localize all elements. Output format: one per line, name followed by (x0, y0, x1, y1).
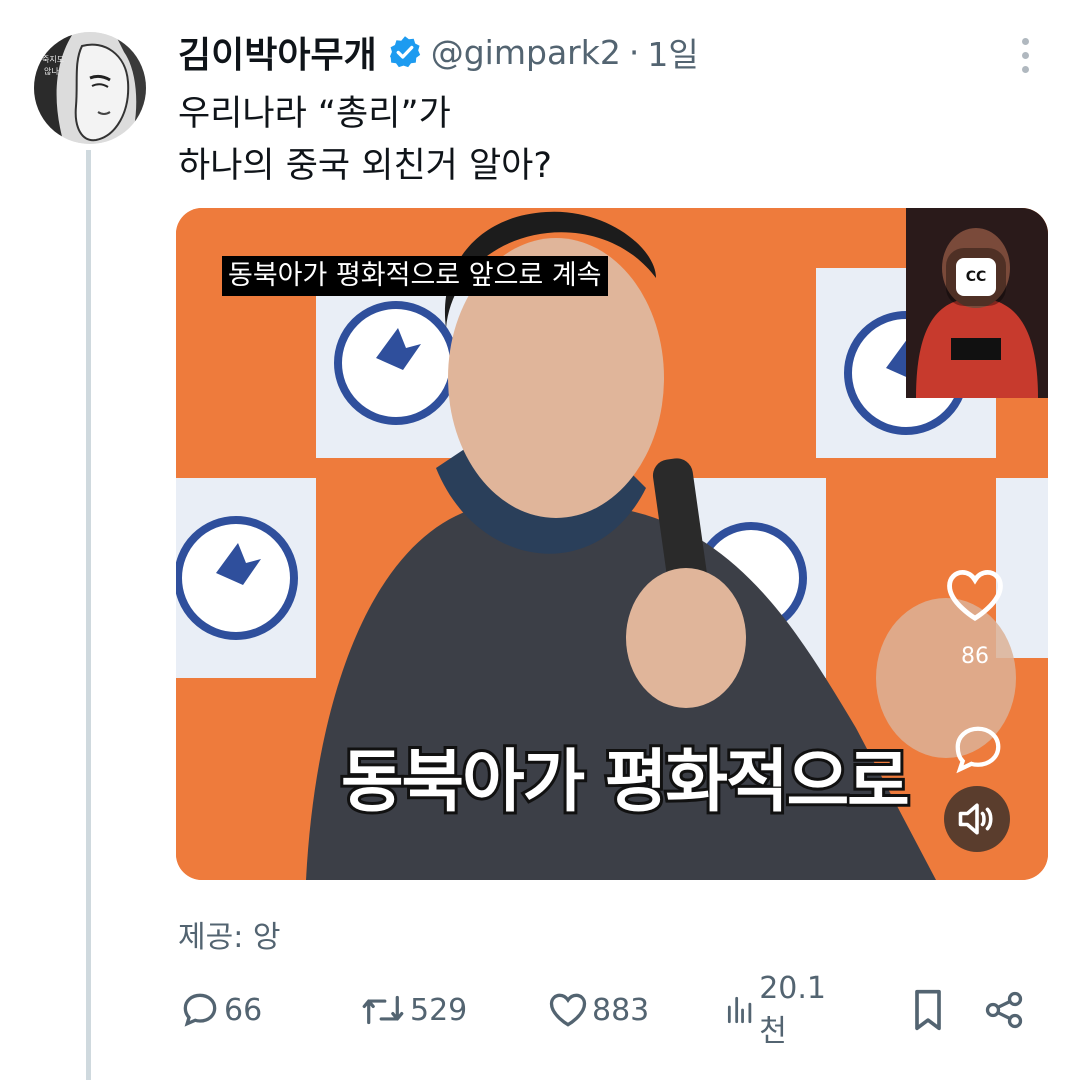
verified-badge-icon (389, 36, 420, 68)
reply-count: 66 (224, 992, 263, 1028)
video-like-count: 86 (961, 644, 989, 669)
like-count: 883 (592, 992, 650, 1028)
tweet-header: 김이박아무개 @gimpark2 · 1일 (178, 26, 699, 78)
timestamp[interactable]: 1일 (647, 28, 698, 76)
heart-icon[interactable] (944, 566, 1006, 622)
view-count: 20.1천 (759, 970, 827, 1049)
retweet-count: 529 (410, 992, 468, 1028)
comment-icon[interactable] (951, 722, 1005, 776)
tweet-line-2: 하나의 중국 외친거 알아? (178, 146, 552, 186)
bookmark-icon (915, 989, 941, 1031)
volume-button[interactable] (944, 786, 1010, 852)
views-button[interactable]: 20.1천 (722, 971, 835, 1049)
speaker-icon (958, 803, 993, 835)
bookmark-button[interactable] (906, 982, 952, 1038)
reply-button[interactable]: 66 (178, 982, 262, 1038)
retweet-icon (362, 995, 404, 1025)
burned-in-caption: 동북아가 평화적으로 (338, 740, 913, 825)
handle[interactable]: @gimpark2 (431, 33, 621, 72)
display-name[interactable]: 김이박아무개 (178, 26, 377, 78)
views-bar-chart-icon (727, 996, 752, 1024)
share-button[interactable] (982, 982, 1028, 1038)
svg-text:않나: 않나 (44, 67, 59, 76)
share-icon (985, 991, 1023, 1029)
illustrated-woman-avatar: 죽지도 않나 (34, 32, 146, 144)
like-button[interactable]: 883 (546, 982, 649, 1038)
cc-button[interactable]: CC (956, 258, 996, 296)
overlay-caption: 동북아가 평화적으로 앞으로 계속 (222, 256, 608, 296)
reply-icon (183, 993, 217, 1027)
tweet-line-1: 우리나라 “총리”가 (178, 94, 451, 134)
thread-line (86, 150, 91, 1080)
tweet-text: 우리나라 “총리”가 하나의 중국 외친거 알아? (178, 88, 552, 192)
retweet-button[interactable]: 529 (358, 982, 467, 1038)
video-player[interactable]: 동북아가 평화적으로 앞으로 계속 동북아가 평화적으로 CC 86 (176, 208, 1048, 880)
svg-text:죽지도: 죽지도 (42, 55, 64, 64)
separator-dot: · (628, 32, 640, 72)
author-avatar[interactable]: 죽지도 않나 (34, 32, 146, 144)
more-options-icon[interactable] (1018, 38, 1032, 76)
heart-icon (549, 993, 587, 1027)
media-source-label: 제공: 앙 (178, 920, 281, 955)
